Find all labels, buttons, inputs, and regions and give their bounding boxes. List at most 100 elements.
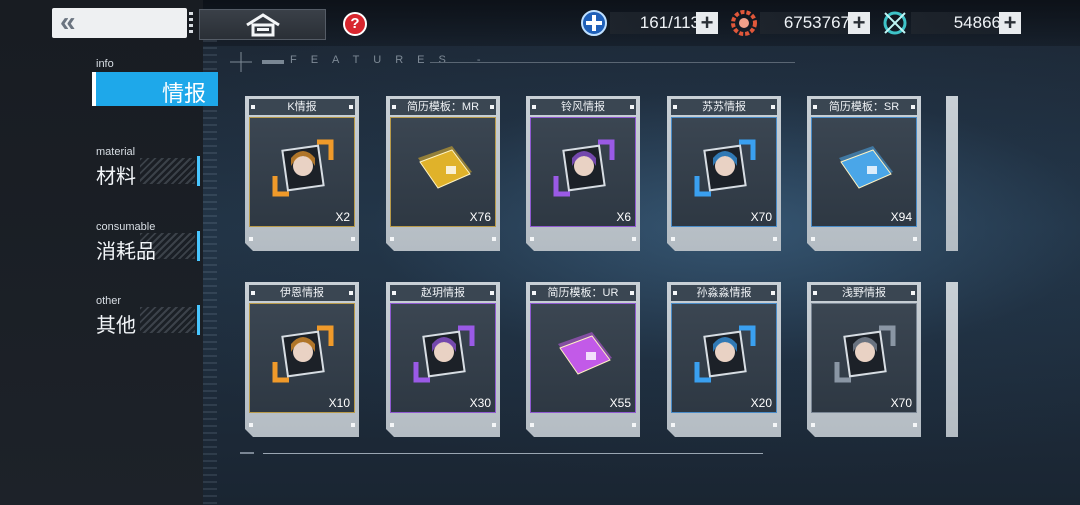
corner-dot [249, 423, 253, 427]
item-card[interactable]: 苏苏情报 X70 [667, 96, 781, 251]
plus-circle-icon [581, 10, 607, 36]
title-dot [630, 291, 634, 295]
item-card[interactable]: 伊恩情报 X10 [245, 282, 359, 437]
title-dot [349, 291, 353, 295]
tab-other-en-label: other [96, 295, 122, 307]
add-stamina-button[interactable]: + [696, 12, 718, 34]
next-item-peek [946, 282, 958, 437]
item-title: 简历模板：SR [811, 99, 917, 115]
next-item-peek [946, 96, 958, 251]
corner-dot [530, 237, 534, 241]
home-button[interactable] [199, 9, 326, 40]
item-card[interactable]: 孙淼淼情报 X20 [667, 282, 781, 437]
title-dot [771, 105, 775, 109]
gold-folder-icon [418, 146, 472, 189]
add-coins-button[interactable]: + [848, 12, 870, 34]
corner-dot [671, 423, 675, 427]
item-slot: X70 [671, 117, 777, 227]
corner-dot [811, 237, 815, 241]
item-card[interactable]: 简历模板：MR X76 [386, 96, 500, 251]
corner-dot [530, 423, 534, 427]
tab-stripes [140, 307, 195, 333]
item-card[interactable]: K情报 X2 [245, 96, 359, 251]
corner-dot [913, 237, 917, 241]
corner-dot [632, 423, 636, 427]
title-dot [251, 291, 255, 295]
item-quantity: X6 [616, 210, 631, 224]
item-card[interactable]: 简历模板：SR X94 [807, 96, 921, 251]
corner-dot [492, 423, 496, 427]
corner-dot [492, 237, 496, 241]
corner-dot [913, 423, 917, 427]
item-card[interactable]: 铃风情报 X6 [526, 96, 640, 251]
tab-material[interactable]: material 材料 [92, 146, 202, 188]
item-quantity: X10 [328, 396, 350, 410]
item-quantity: X70 [890, 396, 912, 410]
title-dot [911, 291, 915, 295]
item-card[interactable]: 简历模板：UR X55 [526, 282, 640, 437]
item-quantity: X30 [469, 396, 491, 410]
portrait-black-hair-icon [272, 325, 334, 383]
back-button[interactable]: « [52, 8, 187, 38]
corner-dot [811, 423, 815, 427]
corner-dot [671, 237, 675, 241]
features-header: FEATURES - [230, 52, 800, 72]
item-slot: X10 [249, 303, 355, 413]
item-slot: X76 [390, 117, 496, 227]
portrait-dark-hair-icon [694, 139, 756, 197]
title-dot [673, 105, 677, 109]
item-slot: X20 [671, 303, 777, 413]
portrait-pink-hair-icon [272, 139, 334, 197]
tab-consumable-en-label: consumable [96, 221, 156, 233]
title-dot [532, 291, 536, 295]
item-title: 赵玥情报 [390, 285, 496, 301]
help-button[interactable]: ? [343, 12, 367, 36]
header-line [430, 62, 795, 63]
item-slot: X94 [811, 117, 917, 227]
tab-material-label: 材料 [96, 166, 136, 188]
item-title: 简历模板：MR [390, 99, 496, 115]
tab-edge [197, 156, 200, 186]
corner-dot [390, 237, 394, 241]
item-slot: X55 [530, 303, 636, 413]
portrait-teal-hair-icon [834, 325, 896, 383]
add-crystals-button[interactable]: + [999, 12, 1021, 34]
title-dot [630, 105, 634, 109]
portrait-silver-hair-icon [553, 139, 615, 197]
item-slot: X2 [249, 117, 355, 227]
item-title: 铃风情报 [530, 99, 636, 115]
features-label: FEATURES - [290, 54, 495, 66]
item-card[interactable]: 赵玥情报 X30 [386, 282, 500, 437]
item-title: 苏苏情报 [671, 99, 777, 115]
tab-stripes [140, 158, 195, 184]
double-chevron-left-icon: « [60, 6, 76, 37]
item-title: 简历模板：UR [530, 285, 636, 301]
item-quantity: X55 [609, 396, 631, 410]
coins-value: 6753767 [760, 12, 854, 34]
tab-info[interactable]: info 情报 [92, 58, 218, 106]
portrait-brown-hair-icon [413, 325, 475, 383]
tab-consumable[interactable]: consumable 消耗品 [92, 221, 202, 263]
tab-edge [197, 305, 200, 335]
title-dot [532, 105, 536, 109]
item-title: 孙淼淼情报 [671, 285, 777, 301]
home-icon [246, 13, 280, 37]
item-card[interactable]: 浅野情报 X70 [807, 282, 921, 437]
target-gear-icon [731, 10, 757, 36]
tab-info-en-label: info [96, 58, 114, 70]
item-quantity: X76 [469, 210, 491, 224]
item-slot: X30 [390, 303, 496, 413]
title-dot [813, 291, 817, 295]
title-dot [911, 105, 915, 109]
tab-other[interactable]: other 其他 [92, 295, 202, 337]
tab-edge [197, 231, 200, 261]
spark-ring-icon [883, 11, 907, 35]
title-dot [771, 291, 775, 295]
corner-dot [773, 423, 777, 427]
item-slot: X70 [811, 303, 917, 413]
title-dot [490, 105, 494, 109]
crystals-value: 54866 [911, 12, 1005, 34]
title-dot [490, 291, 494, 295]
side-rail-decoration [203, 40, 217, 505]
tab-info-label: 情报 [161, 81, 206, 106]
